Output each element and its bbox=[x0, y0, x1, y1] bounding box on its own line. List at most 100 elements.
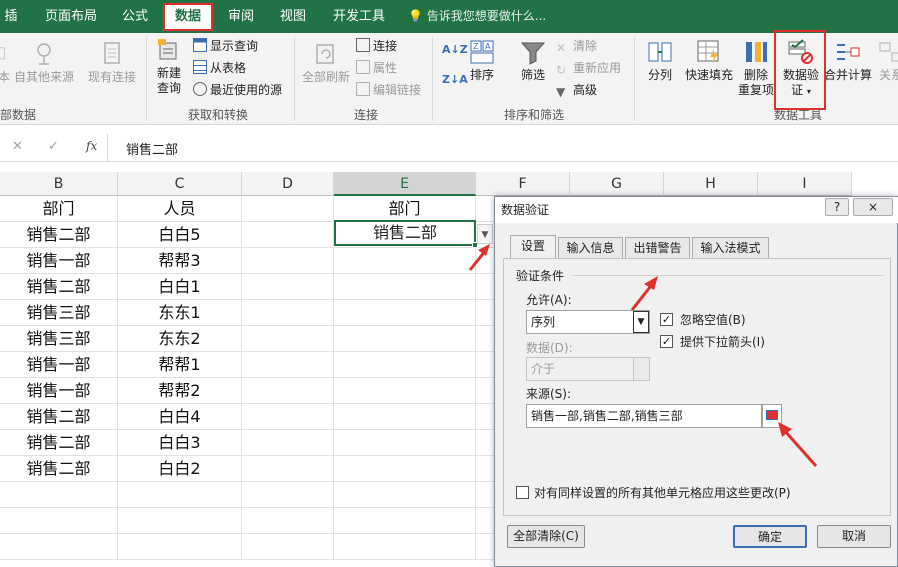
sheet-cell[interactable] bbox=[242, 482, 334, 508]
sheet-cell[interactable] bbox=[242, 274, 334, 300]
sheet-cell[interactable] bbox=[334, 300, 476, 326]
table-cell-department[interactable]: 销售三部 bbox=[0, 300, 118, 326]
connections-button[interactable]: 连接 bbox=[356, 37, 397, 55]
sheet-cell[interactable] bbox=[242, 196, 334, 222]
table-cell-department[interactable]: 销售二部 bbox=[0, 430, 118, 456]
tab-view[interactable]: 视图 bbox=[272, 0, 314, 33]
tab-formulas[interactable]: 公式 bbox=[112, 0, 158, 33]
sheet-cell[interactable] bbox=[242, 508, 334, 534]
sheet-cell[interactable] bbox=[334, 378, 476, 404]
from-other-sources-button[interactable]: 自其他来源 bbox=[12, 41, 76, 85]
source-input[interactable]: 销售一部,销售二部,销售三部 bbox=[526, 404, 762, 428]
column-header-b[interactable]: B bbox=[0, 172, 118, 196]
consolidate-button[interactable]: 合并计算 bbox=[824, 39, 872, 83]
recent-sources-button[interactable]: 最近使用的源 bbox=[193, 81, 282, 99]
sheet-cell[interactable] bbox=[118, 482, 242, 508]
sort-az-button[interactable]: A↓Z bbox=[442, 43, 468, 56]
column-header-d[interactable]: D bbox=[242, 172, 334, 196]
table-cell-person[interactable]: 东东1 bbox=[118, 300, 242, 326]
table-cell-person[interactable]: 帮帮2 bbox=[118, 378, 242, 404]
filter-button[interactable]: 筛选 bbox=[516, 39, 550, 83]
sheet-cell[interactable] bbox=[334, 274, 476, 300]
relationships-button[interactable]: 关系 bbox=[876, 39, 898, 83]
dropdown-checkbox[interactable]: ✓ bbox=[660, 335, 673, 348]
sheet-cell[interactable] bbox=[334, 326, 476, 352]
reapply-button[interactable]: ↻ 重新应用 bbox=[556, 59, 621, 77]
sheet-cell[interactable] bbox=[334, 352, 476, 378]
tab-error-alert[interactable]: 出错警告 bbox=[625, 237, 690, 259]
table-cell-person[interactable]: 白白2 bbox=[118, 456, 242, 482]
tab-settings[interactable]: 设置 bbox=[510, 235, 556, 259]
help-button[interactable]: ? bbox=[825, 198, 849, 216]
remove-duplicates-button[interactable]: 删除 重复项 bbox=[736, 39, 776, 98]
table-cell-person[interactable]: 白白4 bbox=[118, 404, 242, 430]
table-cell-person[interactable]: 白白5 bbox=[118, 222, 242, 248]
sheet-cell[interactable] bbox=[334, 248, 476, 274]
sheet-cell[interactable] bbox=[242, 456, 334, 482]
sheet-cell[interactable] bbox=[118, 508, 242, 534]
table-cell-department[interactable]: 销售一部 bbox=[0, 378, 118, 404]
column-header-e[interactable]: E bbox=[334, 172, 476, 196]
advanced-filter-button[interactable]: ▼ 高级 bbox=[556, 81, 597, 99]
tab-developer[interactable]: 开发工具 bbox=[326, 0, 392, 33]
sheet-cell[interactable] bbox=[334, 482, 476, 508]
sheet-cell[interactable] bbox=[242, 430, 334, 456]
sheet-cell[interactable] bbox=[334, 404, 476, 430]
table-cell-department[interactable]: 销售二部 bbox=[0, 456, 118, 482]
ok-button[interactable]: 确定 bbox=[733, 525, 807, 548]
chevron-down-icon[interactable]: ▼ bbox=[633, 311, 649, 333]
tab-ime-mode[interactable]: 输入法模式 bbox=[692, 237, 769, 259]
properties-button[interactable]: 属性 bbox=[356, 59, 397, 77]
sheet-cell[interactable] bbox=[118, 534, 242, 560]
table-cell-department[interactable]: 销售二部 bbox=[0, 404, 118, 430]
header-cell-e[interactable]: 部门 bbox=[334, 196, 476, 222]
table-cell-person[interactable]: 帮帮1 bbox=[118, 352, 242, 378]
cell-dropdown-button[interactable]: ▼ bbox=[477, 224, 493, 244]
column-header-h[interactable]: H bbox=[664, 172, 758, 196]
header-cell-department[interactable]: 部门 bbox=[0, 196, 118, 222]
sheet-cell[interactable] bbox=[242, 248, 334, 274]
from-table-button[interactable]: 从表格 bbox=[193, 59, 246, 77]
sheet-cell[interactable] bbox=[242, 404, 334, 430]
sort-za-button[interactable]: Z↓A bbox=[442, 73, 468, 86]
header-cell-person[interactable]: 人员 bbox=[118, 196, 242, 222]
table-cell-department[interactable]: 销售一部 bbox=[0, 248, 118, 274]
sheet-cell[interactable] bbox=[242, 222, 334, 248]
refresh-all-button[interactable]: 全部刷新 bbox=[300, 41, 352, 85]
table-cell-person[interactable]: 东东2 bbox=[118, 326, 242, 352]
table-cell-person[interactable]: 白白1 bbox=[118, 274, 242, 300]
formula-input[interactable]: 销售二部 bbox=[126, 139, 178, 158]
clear-all-button[interactable]: 全部清除(C) bbox=[507, 525, 585, 548]
tell-me-box[interactable]: 💡 告诉我您想要做什么... bbox=[408, 0, 546, 33]
table-cell-department[interactable]: 销售一部 bbox=[0, 352, 118, 378]
table-cell-department[interactable]: 销售二部 bbox=[0, 274, 118, 300]
sheet-cell[interactable] bbox=[0, 508, 118, 534]
cancel-button[interactable]: 取消 bbox=[817, 525, 891, 548]
sheet-cell[interactable] bbox=[334, 508, 476, 534]
sheet-cell[interactable] bbox=[242, 326, 334, 352]
from-text-button[interactable]: 本 bbox=[0, 41, 12, 85]
tab-insert[interactable]: 插入 bbox=[0, 0, 22, 57]
show-queries-button[interactable]: 显示查询 bbox=[193, 37, 258, 55]
close-button[interactable]: × bbox=[853, 198, 893, 216]
new-query-button[interactable]: 新建 查询 bbox=[150, 37, 188, 96]
sheet-cell[interactable] bbox=[0, 482, 118, 508]
sort-button[interactable]: ZA 排序 bbox=[466, 39, 498, 83]
sheet-cell[interactable] bbox=[242, 300, 334, 326]
sheet-cell[interactable] bbox=[334, 430, 476, 456]
sheet-cell[interactable] bbox=[334, 456, 476, 482]
table-cell-person[interactable]: 白白3 bbox=[118, 430, 242, 456]
tab-input-message[interactable]: 输入信息 bbox=[558, 237, 623, 259]
selected-cell-e2[interactable]: 销售二部 bbox=[334, 220, 476, 246]
apply-all-checkbox[interactable] bbox=[516, 486, 529, 499]
tab-page-layout[interactable]: 页面布局 bbox=[40, 0, 102, 33]
clear-filter-button[interactable]: ✕ 清除 bbox=[556, 37, 597, 55]
table-cell-department[interactable]: 销售三部 bbox=[0, 326, 118, 352]
column-header-c[interactable]: C bbox=[118, 172, 242, 196]
table-cell-department[interactable]: 销售二部 bbox=[0, 222, 118, 248]
fx-icon[interactable]: fx bbox=[86, 139, 97, 153]
sheet-cell[interactable] bbox=[242, 378, 334, 404]
column-header-f[interactable]: F bbox=[476, 172, 570, 196]
flash-fill-button[interactable]: 快速填充 bbox=[684, 39, 734, 83]
sheet-cell[interactable] bbox=[0, 534, 118, 560]
